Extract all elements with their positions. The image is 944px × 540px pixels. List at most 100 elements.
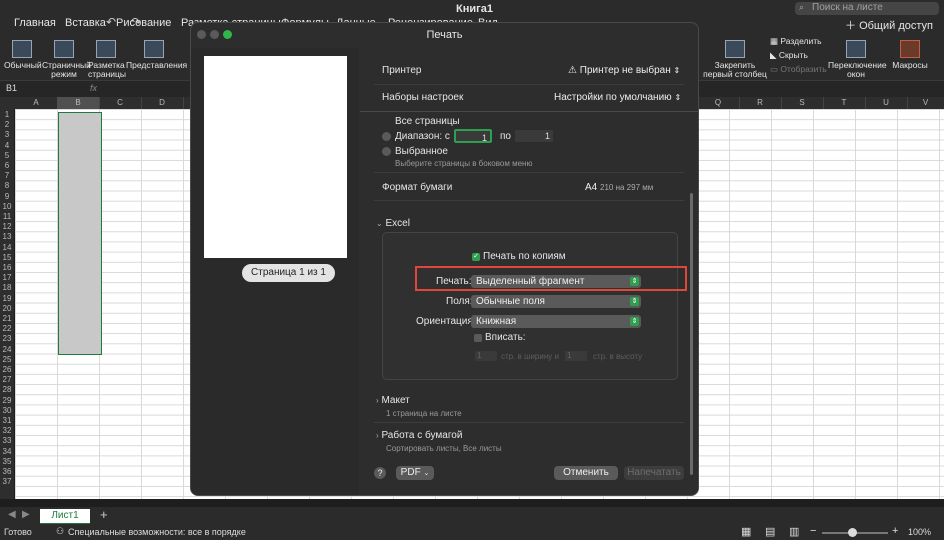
column-header[interactable]: S — [781, 97, 824, 109]
help-button[interactable]: ? — [374, 467, 386, 479]
range-from-input[interactable]: 1 — [454, 129, 492, 143]
row-header[interactable]: 23 — [0, 334, 14, 343]
sheet-tab[interactable]: Лист1 — [40, 509, 90, 525]
row-header[interactable]: 19 — [0, 294, 14, 303]
row-header[interactable]: 25 — [0, 355, 14, 364]
row-header[interactable]: 22 — [0, 324, 14, 333]
zoom-level[interactable]: 100% — [908, 527, 931, 537]
column-header[interactable]: D — [141, 97, 184, 109]
search-input[interactable]: ⌕ Поиск на листе — [795, 2, 939, 15]
normal-view-icon[interactable]: ▦ — [741, 525, 751, 538]
selected-range[interactable] — [58, 112, 102, 355]
page-layout-view-button[interactable]: Разметка страницы — [88, 40, 126, 79]
page-layout-icon[interactable]: ▤ — [765, 525, 775, 538]
row-header[interactable]: 29 — [0, 396, 14, 405]
column-header[interactable]: R — [739, 97, 782, 109]
orientation-select[interactable]: Книжная ⇕ — [471, 315, 641, 328]
row-header[interactable]: 9 — [0, 192, 14, 201]
undo-icon[interactable]: ↶ — [106, 15, 116, 29]
row-header[interactable]: 24 — [0, 345, 14, 354]
row-header[interactable]: 11 — [0, 212, 14, 221]
printer-select[interactable]: ⚠ Принтер не выбран ⇕ — [568, 65, 680, 76]
prev-sheet-icon[interactable]: ◀ — [8, 509, 16, 520]
row-header[interactable]: 10 — [0, 202, 14, 211]
name-box[interactable]: B1 — [6, 83, 17, 93]
row-header[interactable]: 26 — [0, 365, 14, 374]
hide-button[interactable]: ◣ Скрыть — [770, 50, 808, 61]
selected-radio[interactable] — [382, 147, 391, 156]
row-header[interactable]: 12 — [0, 222, 14, 231]
paper-size-select[interactable]: A4 210 на 297 мм — [585, 182, 653, 193]
zoom-in-icon[interactable]: + — [892, 525, 898, 537]
column-header[interactable]: V — [907, 97, 944, 109]
row-header[interactable]: 8 — [0, 181, 14, 190]
row-header[interactable]: 37 — [0, 477, 14, 486]
tab-draw[interactable]: Рисование — [116, 17, 171, 29]
next-sheet-icon[interactable]: ▶ — [22, 509, 30, 520]
fit-width-input[interactable]: 1 — [475, 351, 497, 361]
row-header[interactable]: 16 — [0, 263, 14, 272]
fx-icon[interactable]: fx — [90, 83, 97, 93]
switch-windows-button[interactable]: Переключение окон — [828, 40, 887, 79]
row-header[interactable]: 20 — [0, 304, 14, 313]
row-header[interactable]: 21 — [0, 314, 14, 323]
copies-checkbox[interactable]: ✓ — [472, 253, 480, 261]
fit-checkbox[interactable] — [474, 334, 482, 342]
accessibility-status[interactable]: Специальные возможности: все в порядке — [68, 527, 246, 537]
scrollbar[interactable] — [690, 193, 693, 475]
margins-select[interactable]: Обычные поля ⇕ — [471, 295, 641, 308]
freeze-first-column-button[interactable]: Закрепить первый столбец — [702, 40, 768, 79]
cancel-button[interactable]: Отменить — [554, 466, 618, 480]
zoom-slider-handle[interactable] — [848, 528, 857, 537]
row-header[interactable]: 17 — [0, 273, 14, 282]
row-header[interactable]: 27 — [0, 375, 14, 384]
column-header[interactable]: Q — [697, 97, 740, 109]
excel-section-toggle[interactable]: ⌄ Excel — [376, 218, 410, 229]
add-sheet-icon[interactable]: + — [100, 507, 108, 522]
row-header[interactable]: 30 — [0, 406, 14, 415]
page-break-icon[interactable]: ▥ — [789, 525, 799, 538]
column-header[interactable]: A — [15, 97, 58, 109]
row-header[interactable]: 14 — [0, 243, 14, 252]
unhide-button[interactable]: ▭ Отобразить — [770, 64, 827, 75]
row-header[interactable]: 6 — [0, 161, 14, 170]
row-header[interactable]: 31 — [0, 416, 14, 425]
tab-insert[interactable]: Вставка — [65, 17, 106, 29]
normal-view-button[interactable]: Обычный — [4, 40, 42, 70]
row-header[interactable]: 1 — [0, 110, 14, 119]
row-header[interactable]: 28 — [0, 385, 14, 394]
layout-section-toggle[interactable]: › Макет — [376, 395, 410, 406]
range-radio[interactable] — [382, 132, 391, 141]
row-header[interactable]: 5 — [0, 151, 14, 160]
zoom-out-icon[interactable]: − — [810, 525, 816, 537]
row-header[interactable]: 36 — [0, 467, 14, 476]
row-header[interactable]: 13 — [0, 232, 14, 241]
custom-views-button[interactable]: Представления — [126, 40, 187, 70]
column-header[interactable]: T — [823, 97, 866, 109]
row-header[interactable]: 33 — [0, 436, 14, 445]
column-header[interactable]: B — [57, 97, 100, 109]
tab-home[interactable]: Главная — [14, 17, 56, 29]
accessibility-icon[interactable]: ⚇ — [56, 526, 64, 537]
row-header[interactable]: 2 — [0, 120, 14, 129]
row-header[interactable]: 3 — [0, 130, 14, 139]
fit-height-input[interactable]: 1 — [565, 351, 587, 361]
split-button[interactable]: ▦ Разделить — [770, 36, 822, 47]
page-break-view-button[interactable]: Страничный режим — [42, 40, 91, 79]
column-header[interactable]: U — [865, 97, 908, 109]
row-header[interactable]: 34 — [0, 447, 14, 456]
print-button[interactable]: Напечатать — [624, 466, 684, 480]
all-pages-option[interactable]: Все страницы — [395, 116, 460, 127]
paper-handling-toggle[interactable]: › Работа с бумагой — [376, 430, 462, 441]
pdf-button[interactable]: PDF ⌄ — [396, 466, 434, 480]
row-header[interactable]: 7 — [0, 171, 14, 180]
row-header[interactable]: 18 — [0, 283, 14, 292]
row-header[interactable]: 15 — [0, 253, 14, 262]
range-to-input[interactable]: 1 — [515, 130, 553, 142]
row-header[interactable]: 4 — [0, 141, 14, 150]
row-header[interactable]: 32 — [0, 426, 14, 435]
share-button[interactable]: ＋ Общий доступ — [845, 17, 933, 33]
presets-select[interactable]: Настройки по умолчанию ⇕ — [554, 92, 681, 103]
column-header[interactable]: C — [99, 97, 142, 109]
macros-button[interactable]: Макросы — [890, 40, 930, 70]
